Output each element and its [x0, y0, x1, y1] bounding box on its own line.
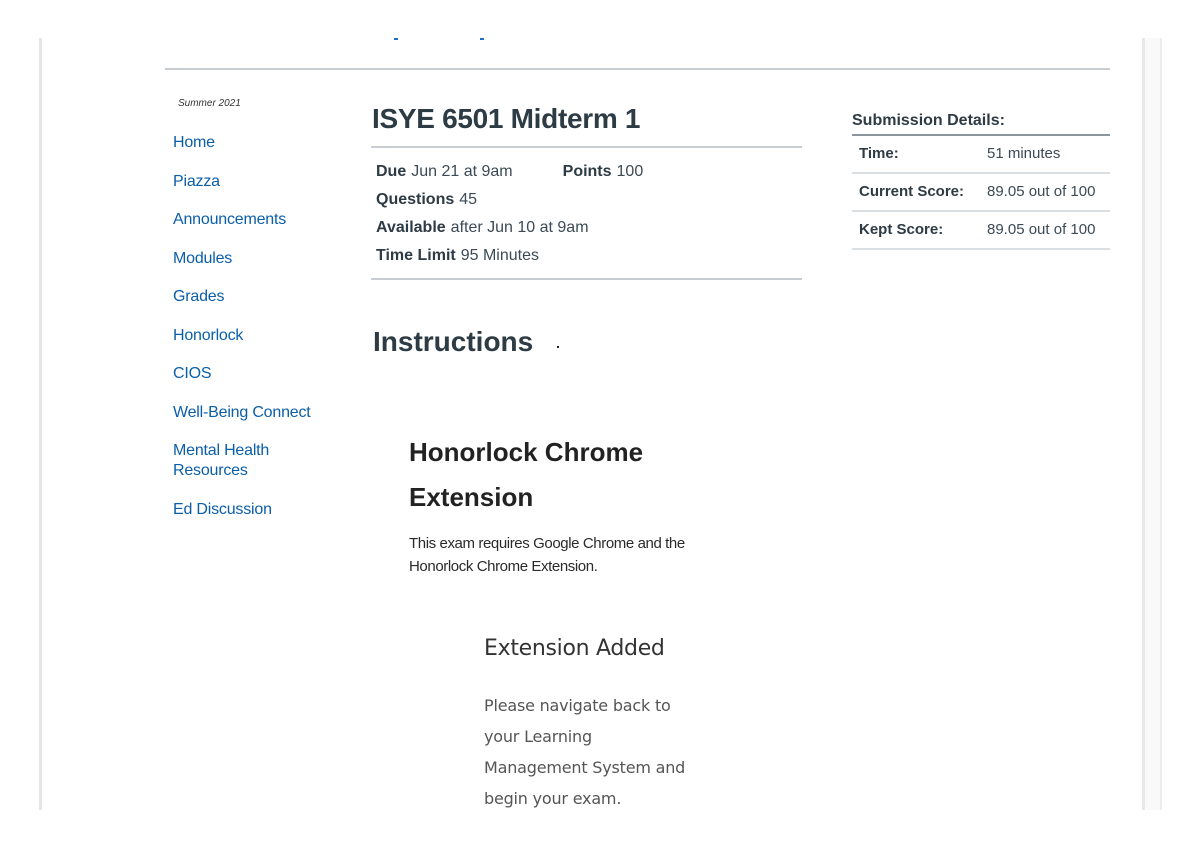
- extension-added-title: Extension Added: [484, 636, 665, 661]
- details-divider: [371, 278, 802, 280]
- time-label: Time:: [852, 136, 974, 174]
- course-navigation: Home Piazza Announcements Modules Grades…: [173, 133, 353, 538]
- nav-item-announcements[interactable]: Announcements: [173, 210, 353, 230]
- time-limit-value: 95 Minutes: [460, 247, 539, 264]
- nav-item-ed-discussion[interactable]: Ed Discussion: [173, 500, 353, 520]
- questions-label: Questions: [376, 191, 455, 208]
- points-value: 100: [616, 163, 644, 180]
- time-limit-field: Time Limit 95 Minutes: [376, 242, 802, 270]
- points-label: Points: [562, 163, 612, 180]
- cropped-link-fragment: [480, 38, 484, 40]
- nav-item-piazza[interactable]: Piazza: [173, 172, 353, 192]
- cropped-link-fragment: [394, 38, 398, 40]
- nav-item-grades[interactable]: Grades: [173, 287, 353, 307]
- submission-details-title: Submission Details:: [852, 112, 1110, 136]
- due-label: Due: [376, 163, 407, 180]
- quiz-title: ISYE 6501 Midterm 1: [372, 103, 641, 134]
- nav-item-home[interactable]: Home: [173, 133, 353, 153]
- extension-description: This exam requires Google Chrome and the…: [409, 535, 685, 575]
- time-value: 51 minutes: [974, 136, 1110, 174]
- instructions-heading: Instructions: [373, 326, 534, 358]
- current-score-label: Current Score:: [852, 173, 974, 212]
- nav-item-cios[interactable]: CIOS: [173, 364, 353, 384]
- quiz-header: ISYE 6501 Midterm 1 Due Jun 21 at 9am Poi…: [371, 100, 802, 280]
- submission-details-table: Time: 51 minutes Current Score: 89.05 ou…: [852, 136, 1110, 250]
- table-row: Time: 51 minutes: [852, 136, 1110, 174]
- table-row: Kept Score: 89.05 out of 100: [852, 211, 1110, 250]
- available-value: after Jun 10 at 9am: [450, 219, 589, 236]
- extension-added-message: Please navigate back to your Learning Ma…: [484, 696, 686, 808]
- submission-details: Submission Details: Time: 51 minutes Cur…: [852, 112, 1110, 250]
- vertical-scrollbar[interactable]: [1142, 38, 1162, 810]
- nav-item-honorlock[interactable]: Honorlock: [173, 326, 353, 346]
- current-score-value: 89.05 out of 100: [974, 173, 1110, 212]
- available-field: Available after Jun 10 at 9am: [376, 214, 802, 242]
- questions-field: Questions 45: [376, 186, 802, 214]
- stray-dot: [557, 346, 559, 348]
- extension-title: Honorlock Chrome Extension: [409, 437, 644, 512]
- available-label: Available: [376, 219, 446, 236]
- course-term-label: Summer 2021: [178, 98, 241, 109]
- quiz-details: Due Jun 21 at 9am Points 100 Questions 45 A…: [376, 158, 802, 270]
- due-value: Jun 21 at 9am: [411, 163, 513, 180]
- page-left-border: [39, 38, 42, 810]
- nav-item-modules[interactable]: Modules: [173, 249, 353, 269]
- due-field: Due Jun 21 at 9am: [376, 158, 513, 186]
- title-divider: [371, 146, 802, 148]
- questions-value: 45: [459, 191, 478, 208]
- points-field: Points 100: [563, 158, 644, 186]
- kept-score-value: 89.05 out of 100: [974, 211, 1110, 250]
- time-limit-label: Time Limit: [376, 247, 456, 264]
- kept-score-label: Kept Score:: [852, 211, 974, 250]
- nav-item-well-being-connect[interactable]: Well-Being Connect: [173, 403, 353, 423]
- table-row: Current Score: 89.05 out of 100: [852, 173, 1110, 212]
- header-divider: [165, 68, 1110, 70]
- nav-item-mental-health-resources[interactable]: Mental Health Resources: [173, 441, 303, 481]
